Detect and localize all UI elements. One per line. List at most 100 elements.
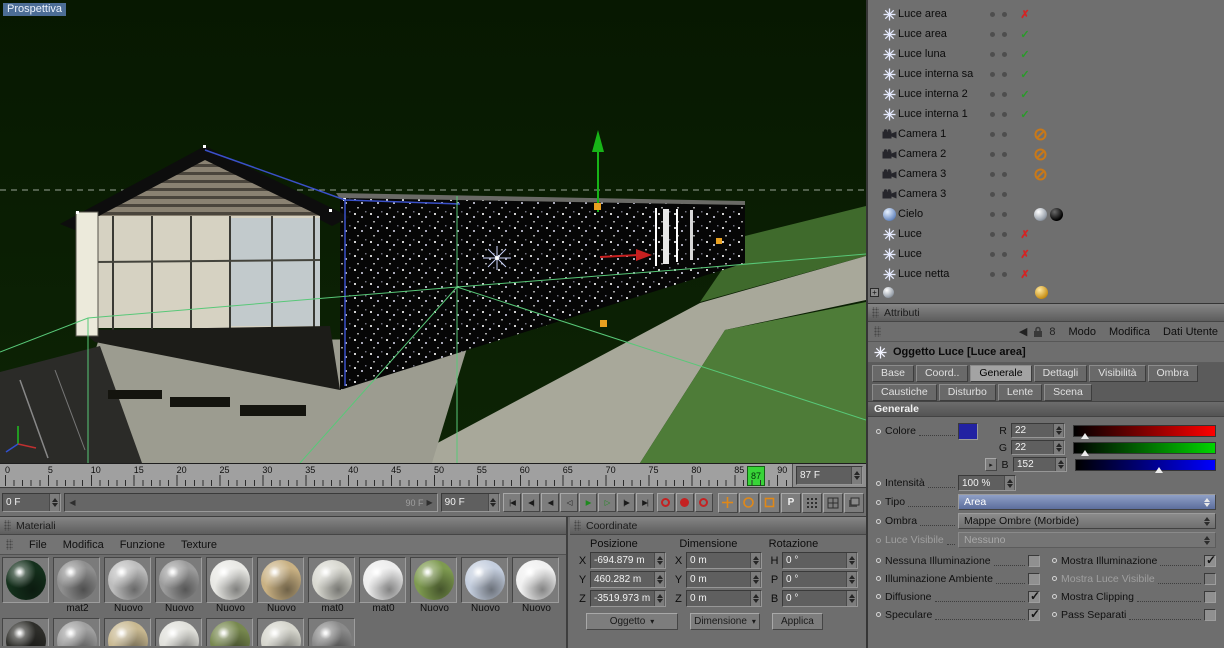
material-thumbnail[interactable] bbox=[206, 557, 253, 603]
transport-nav-button[interactable]: ◀| bbox=[521, 493, 540, 512]
object-label[interactable]: Camera 3 bbox=[898, 168, 990, 180]
object-row[interactable]: Luce interna 2 ✓ bbox=[868, 84, 1224, 104]
object-label[interactable]: Luce interna 2 bbox=[898, 88, 990, 100]
materials-menu-item[interactable]: Modifica bbox=[63, 539, 104, 551]
range-left-arrow-icon[interactable]: ◀ bbox=[69, 498, 75, 507]
no-entry-tag[interactable] bbox=[1034, 148, 1078, 161]
material-name[interactable]: Nuovo bbox=[104, 603, 153, 616]
material-item[interactable] bbox=[206, 618, 255, 646]
enabled-check-icon[interactable]: ✓ bbox=[1016, 108, 1034, 121]
coordinate-value-field[interactable]: 0 m bbox=[686, 552, 762, 569]
keyframe-dot-icon[interactable] bbox=[876, 499, 881, 505]
history-back-icon[interactable]: ◀ bbox=[1019, 325, 1027, 338]
option-checkbox[interactable] bbox=[1028, 607, 1040, 621]
visibility-dots[interactable] bbox=[990, 171, 1016, 177]
keyframe-dot-icon[interactable] bbox=[876, 480, 881, 486]
object-row-partial[interactable]: + bbox=[868, 284, 1224, 300]
material-thumbnail[interactable] bbox=[104, 618, 151, 646]
coordinate-spinner[interactable] bbox=[846, 591, 856, 606]
material-item[interactable]: mat0 bbox=[308, 557, 357, 616]
material-thumbnail[interactable] bbox=[2, 557, 49, 603]
object-label[interactable]: Luce bbox=[898, 248, 990, 260]
material-item[interactable] bbox=[2, 557, 51, 616]
materials-menu-item[interactable]: Texture bbox=[181, 539, 217, 551]
current-frame-field[interactable]: 87 F bbox=[796, 466, 863, 485]
visibility-dots[interactable] bbox=[990, 11, 1016, 17]
attribute-tab[interactable]: Caustiche bbox=[872, 384, 937, 401]
channel-gradient-slider[interactable] bbox=[1073, 424, 1216, 439]
frame-range-slider[interactable]: ◀ 90 F ▶ bbox=[64, 493, 438, 512]
keyframe-dot-icon[interactable] bbox=[876, 518, 881, 524]
coordinate-spinner[interactable] bbox=[750, 553, 760, 568]
no-entry-tag[interactable] bbox=[1034, 128, 1078, 141]
intensity-spinner[interactable] bbox=[1004, 476, 1014, 490]
material-item[interactable]: Nuovo bbox=[104, 557, 153, 616]
material-item[interactable]: mat2 bbox=[53, 557, 102, 616]
object-row[interactable]: Camera 1 bbox=[868, 124, 1224, 144]
keyframe-dot-icon[interactable] bbox=[876, 428, 881, 434]
start-frame-spinner[interactable] bbox=[49, 494, 60, 511]
snap-toggle-button[interactable] bbox=[801, 492, 822, 513]
attribute-tab[interactable]: Ombra bbox=[1147, 365, 1198, 382]
enabled-check-icon[interactable]: ✓ bbox=[1016, 68, 1034, 81]
keyframe-dot-icon[interactable] bbox=[1052, 594, 1057, 599]
material-thumbnail[interactable] bbox=[461, 557, 508, 603]
timeline-track[interactable]: 87 0 5 10 15 20 25 30 35 40 45 50 55 60 65 70 75 80 85 90 bbox=[0, 464, 792, 487]
visibility-dots[interactable] bbox=[990, 231, 1016, 237]
object-row[interactable]: Luce area ✗ bbox=[868, 4, 1224, 24]
lock-icon[interactable] bbox=[1033, 326, 1043, 338]
range-right-arrow-icon[interactable]: ▶ bbox=[427, 498, 433, 507]
coordinate-spinner[interactable] bbox=[654, 591, 664, 606]
material-thumbnail[interactable] bbox=[359, 557, 406, 603]
transport-nav-button[interactable]: ▶| bbox=[635, 493, 654, 512]
disabled-x-icon[interactable]: ✗ bbox=[1016, 8, 1034, 21]
coordinates-header[interactable]: Coordinate bbox=[570, 517, 866, 535]
gradient-track[interactable] bbox=[1075, 458, 1216, 471]
transport-nav-button[interactable]: ▷ bbox=[597, 493, 616, 512]
object-label[interactable]: Camera 2 bbox=[898, 148, 990, 160]
channel-value-field[interactable]: 152 bbox=[1013, 457, 1067, 472]
viewport-view-label[interactable]: Prospettiva bbox=[3, 3, 67, 16]
transport-nav-button[interactable]: |▶ bbox=[616, 493, 635, 512]
object-row[interactable]: Luce ✗ bbox=[868, 224, 1224, 244]
material-name[interactable]: Nuovo bbox=[155, 603, 204, 616]
texture-tag-icon[interactable] bbox=[1035, 285, 1048, 299]
gizmo-handle[interactable] bbox=[594, 203, 601, 210]
material-name[interactable]: Nuovo bbox=[512, 603, 561, 616]
object-label[interactable]: Luce interna sa bbox=[898, 68, 990, 80]
attribute-tab[interactable]: Coord.. bbox=[915, 365, 969, 382]
record-options-button[interactable] bbox=[694, 493, 713, 512]
enabled-check-icon[interactable]: ✓ bbox=[1016, 88, 1034, 101]
visibility-dots[interactable] bbox=[990, 211, 1016, 217]
material-item[interactable] bbox=[53, 618, 102, 646]
gizmo-handle[interactable] bbox=[716, 238, 722, 244]
texture-tag-icon[interactable] bbox=[1050, 207, 1063, 221]
option-checkbox[interactable] bbox=[1204, 572, 1216, 585]
channel-gradient-slider[interactable] bbox=[1075, 458, 1216, 473]
start-frame-field[interactable]: 0 F bbox=[2, 493, 62, 512]
material-item[interactable]: Nuovo bbox=[461, 557, 510, 616]
autokeying-button[interactable] bbox=[675, 493, 694, 512]
attribute-tab[interactable]: Dettagli bbox=[1033, 365, 1088, 382]
channel-value-field[interactable]: 22 bbox=[1011, 440, 1065, 455]
material-item[interactable]: Nuovo bbox=[206, 557, 255, 616]
move-tool-button[interactable] bbox=[717, 492, 738, 513]
material-item[interactable] bbox=[308, 618, 357, 646]
viewport[interactable]: Prospettiva bbox=[0, 0, 866, 463]
end-frame-field[interactable]: 90 F bbox=[440, 493, 500, 512]
coordinate-value-field[interactable]: 0 m bbox=[686, 590, 762, 607]
keyframe-dot-icon[interactable] bbox=[876, 594, 881, 599]
visibility-dots[interactable] bbox=[990, 91, 1016, 97]
visibility-dots[interactable] bbox=[990, 271, 1016, 277]
material-name[interactable]: Nuovo bbox=[257, 603, 306, 616]
disabled-x-icon[interactable]: ✗ bbox=[1016, 268, 1034, 281]
panel-grip-icon[interactable] bbox=[574, 520, 581, 531]
disabled-x-icon[interactable]: ✗ bbox=[1016, 248, 1034, 261]
material-thumbnail[interactable] bbox=[257, 618, 304, 646]
visibility-dots[interactable] bbox=[990, 51, 1016, 57]
option-checkbox[interactable] bbox=[1204, 553, 1216, 567]
channel-gradient-slider[interactable] bbox=[1073, 441, 1216, 456]
material-item[interactable] bbox=[2, 618, 51, 646]
coordinate-spinner[interactable] bbox=[846, 572, 856, 587]
dock-badge[interactable]: 8 bbox=[1049, 326, 1055, 338]
